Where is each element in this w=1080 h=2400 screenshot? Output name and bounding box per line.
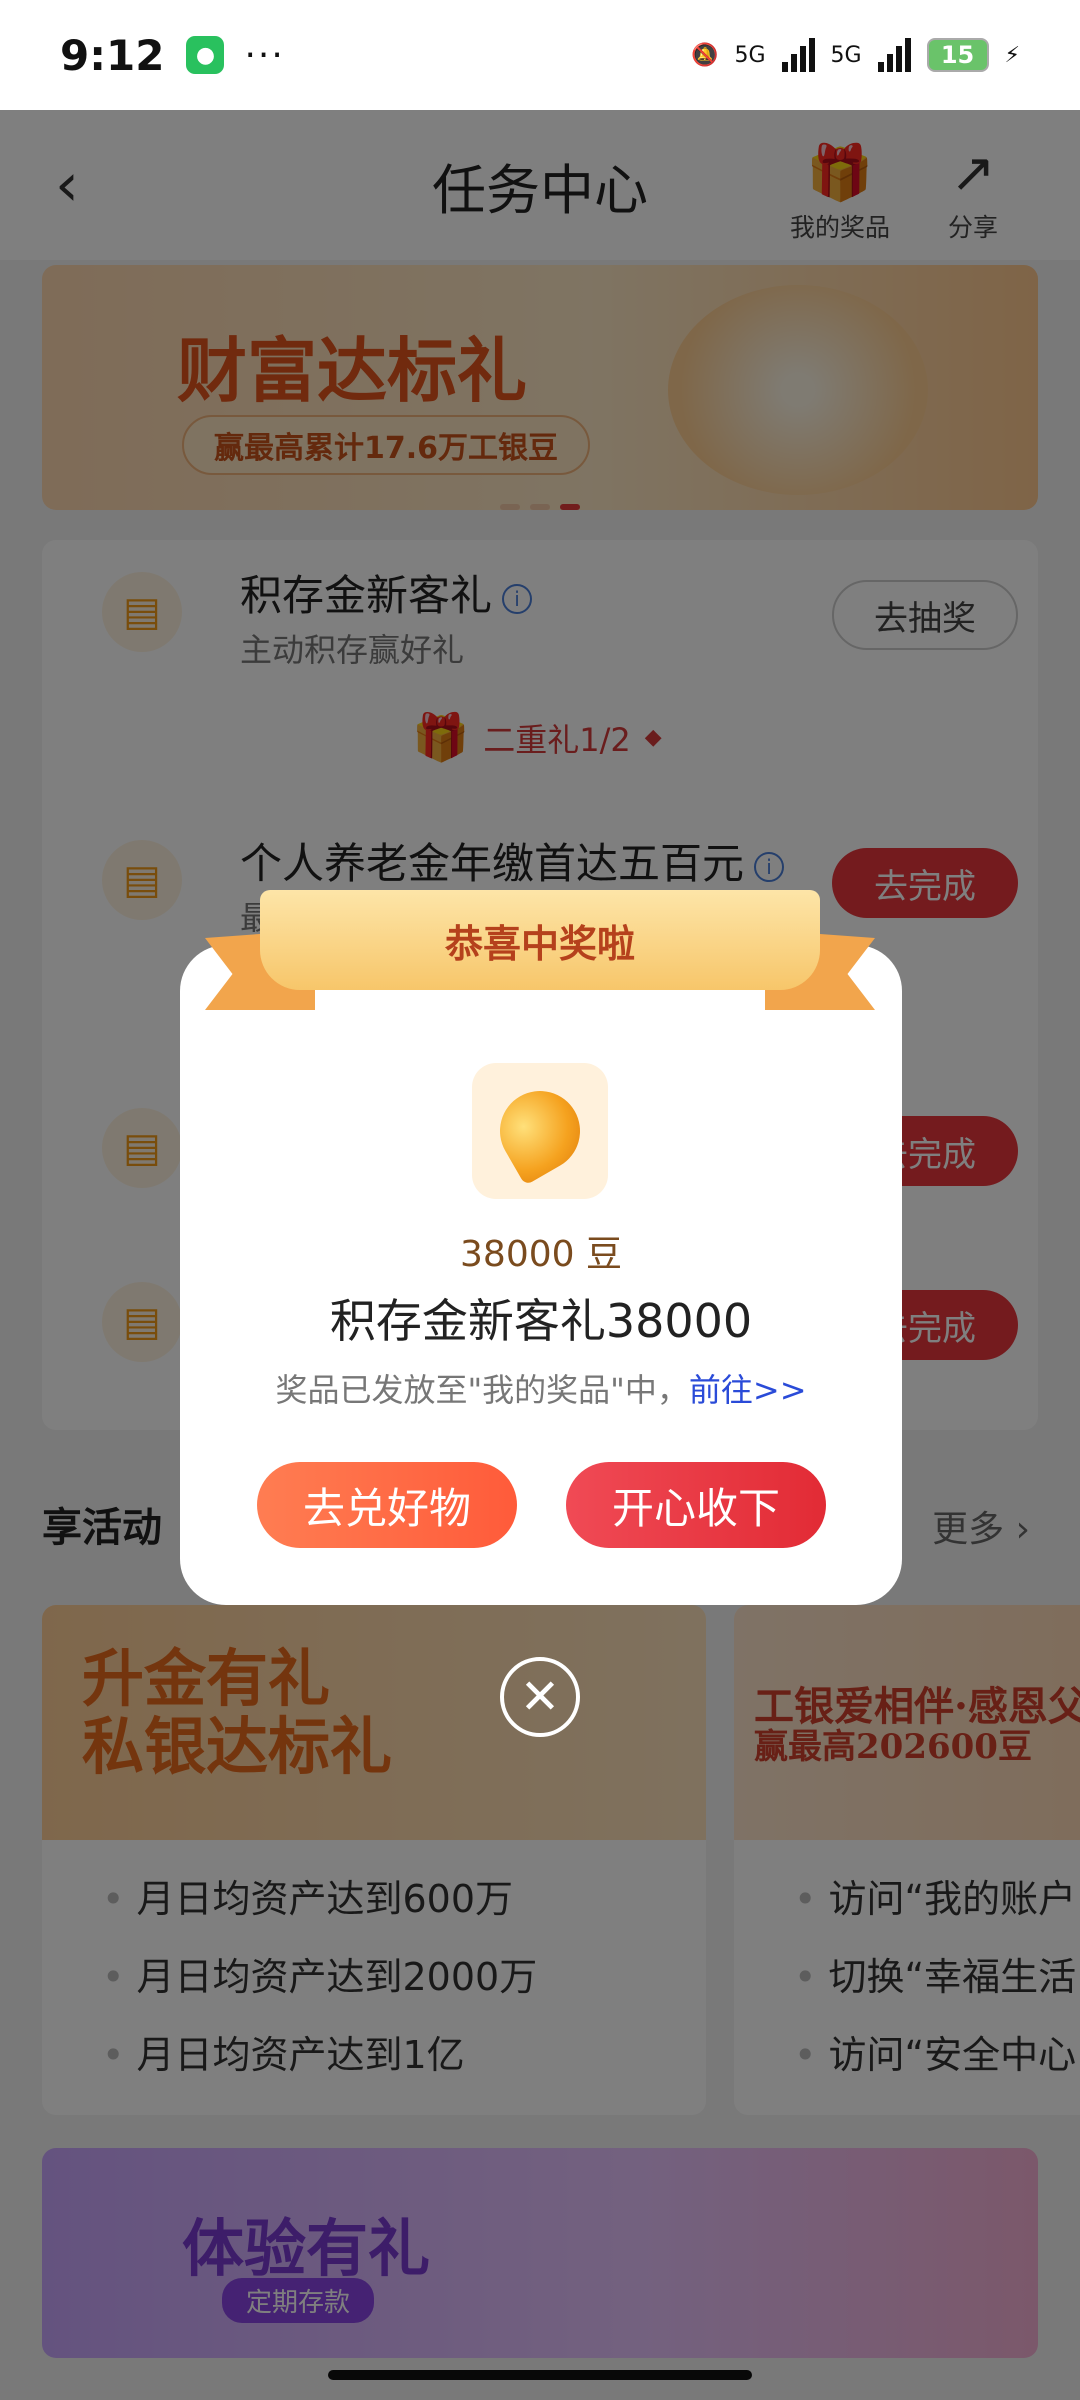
more-dots-icon: ··· — [244, 34, 285, 76]
prize-note: 奖品已发放至"我的奖品"中，前往>> — [275, 1371, 807, 1409]
prize-name: 积存金新客礼38000 — [329, 1294, 753, 1348]
ribbon-header: 恭喜中奖啦 — [205, 890, 875, 1010]
accept-button[interactable]: 开心收下 — [566, 1462, 826, 1548]
task-center-screen: 9:12 ● ··· 🔕 5G 5G 15 ⚡ ‹ 任务中心 🎁 我的奖品 ↗ … — [0, 0, 1080, 2400]
status-icons: 🔕 5G 5G 15 ⚡ — [691, 38, 1020, 72]
net2-label: 5G — [830, 42, 862, 68]
charging-icon: ⚡ — [1004, 42, 1020, 68]
ribbon-label: 恭喜中奖啦 — [260, 890, 820, 990]
signal-icon — [877, 38, 911, 72]
prize-amount: 38000 豆 — [460, 1234, 622, 1275]
prize-image — [472, 1063, 608, 1199]
net1-label: 5G — [734, 42, 766, 68]
bean-icon — [485, 1076, 595, 1186]
goto-link[interactable]: 前往>> — [689, 1371, 807, 1409]
mute-icon: 🔕 — [691, 42, 719, 68]
battery-icon: 15 — [926, 38, 989, 72]
status-bar: 9:12 ● ··· 🔕 5G 5G 15 ⚡ — [0, 0, 1080, 110]
redeem-button[interactable]: 去兑好物 — [257, 1462, 517, 1548]
wechat-icon: ● — [186, 36, 225, 74]
close-icon[interactable]: ✕ — [500, 1657, 580, 1737]
signal-icon — [781, 38, 815, 72]
status-time: 9:12 — [60, 30, 165, 80]
